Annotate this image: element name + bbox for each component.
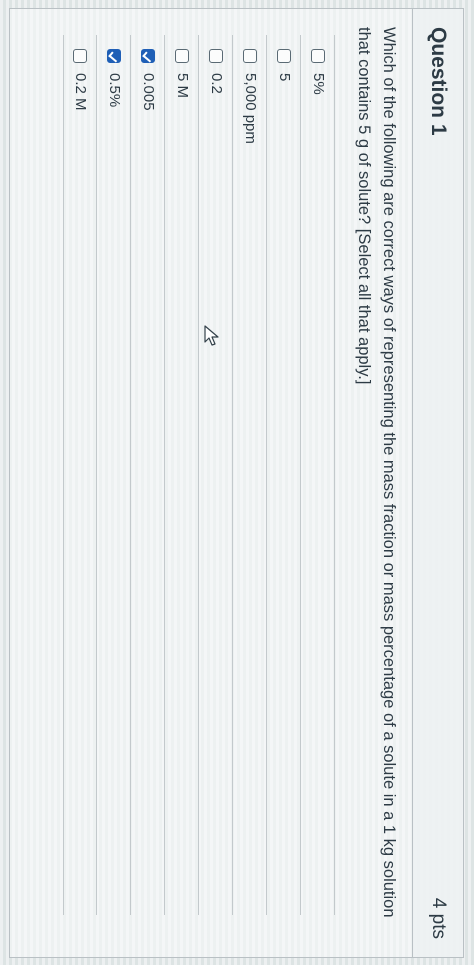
screen: Question 1 4 pts Which of the following … (0, 0, 474, 965)
checkbox-checked[interactable] (107, 49, 121, 63)
question-title: Question 1 (427, 27, 450, 136)
answer-label: 0.5% (106, 73, 123, 108)
answer-option[interactable]: 5,000 ppm (233, 35, 267, 915)
rotated-page: Question 1 4 pts Which of the following … (0, 0, 474, 965)
answer-label: 0.2 M (72, 73, 89, 111)
answer-label: 5 M (174, 73, 191, 99)
checkbox[interactable] (311, 49, 325, 63)
answer-option[interactable]: 0.005 (131, 35, 165, 915)
question-card: Question 1 4 pts Which of the following … (9, 8, 464, 958)
answer-option[interactable]: 0.2 (199, 35, 233, 915)
answer-label: 5 (276, 73, 293, 82)
answer-option[interactable]: 5 M (165, 35, 199, 915)
checkbox[interactable] (73, 49, 87, 63)
question-header: Question 1 4 pts (412, 9, 463, 957)
answer-label: 5% (310, 73, 327, 95)
answer-option[interactable]: 5% (301, 35, 335, 915)
answer-label: 0.005 (140, 73, 157, 111)
question-text: Which of the following are correct ways … (355, 27, 398, 918)
answer-label: 0.2 (208, 73, 225, 94)
question-points: 4 pts (428, 897, 449, 939)
checkbox[interactable] (277, 49, 291, 63)
answer-list: 5% 5 5,000 ppm 0.2 5 M 0.005 0.5% 0.2 M (63, 35, 335, 915)
mouse-cursor-icon (204, 325, 219, 346)
answer-option[interactable]: 5 (267, 35, 301, 915)
checkbox[interactable] (243, 49, 257, 63)
answer-option[interactable]: 0.2 M (63, 35, 97, 915)
checkbox-checked[interactable] (141, 49, 155, 63)
answer-label: 5,000 ppm (242, 73, 259, 144)
answer-option[interactable]: 0.5% (97, 35, 131, 915)
checkbox[interactable] (209, 49, 223, 63)
checkbox[interactable] (175, 49, 189, 63)
